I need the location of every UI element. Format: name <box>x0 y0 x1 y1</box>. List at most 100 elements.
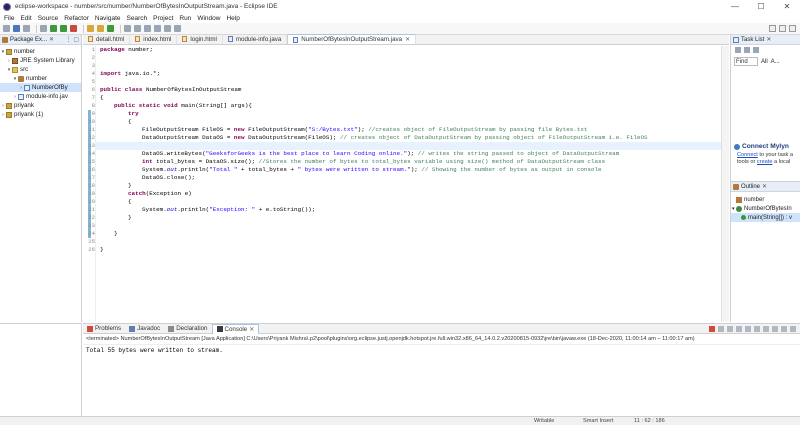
minimize-icon[interactable]: — <box>722 0 748 13</box>
menu-source[interactable]: Source <box>38 15 59 22</box>
tree-item-priyank[interactable]: › priyank <box>0 101 81 110</box>
new-class-icon[interactable] <box>107 25 114 32</box>
open-type-icon[interactable] <box>124 25 131 32</box>
package-explorer-tab[interactable]: Package Ex... ✕ ⋮ ▢ <box>0 35 81 45</box>
save-icon[interactable] <box>13 25 20 32</box>
view-menu-icon[interactable] <box>753 47 759 53</box>
view-menu-icon[interactable]: ⋮ ▢ <box>66 36 79 43</box>
tab-declaration[interactable]: Declaration <box>164 324 211 334</box>
task-list-tab[interactable]: Task List ✕ <box>731 35 800 45</box>
outline-tree: number ▾ NumberOfBytesIn main(String[]) … <box>731 192 800 222</box>
tab-login-html[interactable]: login.html <box>177 34 223 44</box>
tab-module-info[interactable]: module-info.java <box>223 34 288 44</box>
outline-item-class[interactable]: ▾ NumberOfBytesIn <box>731 204 800 213</box>
line-number: 5 <box>91 78 95 85</box>
display-console-icon[interactable] <box>763 325 769 332</box>
menu-project[interactable]: Project <box>153 15 173 22</box>
open-perspective-icon[interactable] <box>769 25 776 32</box>
pin-console-icon[interactable] <box>754 325 760 332</box>
code-line-8: try <box>128 110 139 117</box>
external-tools-icon[interactable] <box>70 25 77 32</box>
tree-item-src[interactable]: ▾ src <box>0 65 81 74</box>
close-icon[interactable]: ✕ <box>49 36 54 43</box>
close-icon[interactable]: ✕ <box>774 0 800 13</box>
menu-refactor[interactable]: Refactor <box>64 15 89 22</box>
skip-breakpoints-icon[interactable] <box>40 25 47 32</box>
close-icon[interactable]: ✕ <box>766 36 771 43</box>
java-perspective-icon[interactable] <box>779 25 786 32</box>
tab-console[interactable]: Console ✕ <box>211 323 260 334</box>
editor-tabs: detail.html index.html login.html module… <box>83 34 729 45</box>
debug-perspective-icon[interactable] <box>789 25 796 32</box>
maximize-icon[interactable]: ☐ <box>748 0 774 13</box>
java-file-icon <box>24 84 30 91</box>
previous-annotation-icon[interactable] <box>154 25 161 32</box>
tree-item-number-project[interactable]: ▾ number <box>0 47 81 56</box>
tree-item-module-info[interactable]: › module-info.jav <box>0 92 81 101</box>
menu-search[interactable]: Search <box>127 15 148 22</box>
scroll-lock-icon[interactable] <box>736 325 742 332</box>
menu-help[interactable]: Help <box>226 15 239 22</box>
menu-edit[interactable]: Edit <box>20 15 31 22</box>
console-output[interactable]: Total 55 bytes were written to stream. <box>83 345 800 356</box>
minimize-icon[interactable] <box>781 325 787 332</box>
line-number: 22 <box>88 214 95 221</box>
new-java-project-icon[interactable] <box>87 25 94 32</box>
outline-item-package[interactable]: number <box>731 195 800 204</box>
next-annotation-icon[interactable] <box>144 25 151 32</box>
debug-icon[interactable] <box>50 25 57 32</box>
forward-icon[interactable] <box>174 25 181 32</box>
outline-tab[interactable]: Outline ✕ <box>731 182 800 192</box>
outline-item-main-method[interactable]: main(String[]) : v <box>731 213 800 222</box>
right-panels: Task List ✕ Find All A... Connect Mylyn … <box>730 35 800 322</box>
close-icon[interactable]: ✕ <box>249 326 254 333</box>
close-icon[interactable]: ✕ <box>762 183 767 190</box>
editor-body[interactable]: 1 2 3 4 5 6 7 8 9 10 11 12 13 14 15 16 17 18 19 20 21 22 23 24 2… <box>83 46 729 322</box>
run-icon[interactable] <box>60 25 67 32</box>
clear-console-icon[interactable] <box>727 325 733 332</box>
new-package-icon[interactable] <box>97 25 104 32</box>
line-number: 9 <box>91 110 95 117</box>
back-icon[interactable] <box>164 25 171 32</box>
task-activate[interactable]: A... <box>771 59 780 65</box>
mylyn-description: Connect to your task a tools or create a… <box>731 152 800 166</box>
tree-item-number-package[interactable]: ▾ number <box>0 74 81 83</box>
task-filter-icon[interactable] <box>744 47 750 53</box>
line-number: 25 <box>88 238 95 245</box>
console-icon <box>216 326 223 332</box>
remove-launch-icon[interactable] <box>718 325 724 332</box>
terminate-icon[interactable] <box>709 325 715 332</box>
open-console-icon[interactable] <box>772 325 778 332</box>
new-task-icon[interactable] <box>735 47 741 53</box>
tree-item-priyank-1[interactable]: › priyank (1) <box>0 110 81 119</box>
task-list-tab-label: Task List <box>741 36 765 43</box>
editor-vertical-scrollbar[interactable] <box>721 46 729 322</box>
save-all-icon[interactable] <box>23 25 30 32</box>
code-area[interactable]: package number; import java.io.*; public… <box>100 46 719 322</box>
create-link[interactable]: create <box>757 159 773 165</box>
code-line-16: DataOS.close(); <box>142 174 196 181</box>
menu-run[interactable]: Run <box>179 15 191 22</box>
task-filter-all[interactable]: All <box>761 59 768 65</box>
tab-index-html[interactable]: index.html <box>130 34 178 44</box>
tree-item-jre-library[interactable]: › JRE System Library <box>0 56 81 65</box>
task-find-input[interactable]: Find <box>734 57 758 66</box>
tab-problems[interactable]: Problems <box>83 324 125 334</box>
word-wrap-icon[interactable] <box>745 325 751 332</box>
tab-numberofbytes[interactable]: NumberOfBytesInOutputStream.java ✕ <box>287 34 417 44</box>
close-icon[interactable]: ✕ <box>405 36 410 43</box>
search-icon[interactable] <box>134 25 141 32</box>
package-explorer-tab-label: Package Ex... <box>10 36 48 43</box>
tab-javadoc[interactable]: Javadoc <box>125 324 164 334</box>
menu-navigate[interactable]: Navigate <box>95 15 121 22</box>
package-explorer-icon <box>2 36 8 43</box>
java-file-icon <box>293 36 299 43</box>
menu-window[interactable]: Window <box>197 15 220 22</box>
tree-item-java-file[interactable]: › NumberOfBy <box>0 83 81 92</box>
connect-link[interactable]: Connect <box>737 152 758 158</box>
menu-file[interactable]: File <box>4 15 14 22</box>
tab-detail-html[interactable]: detail.html <box>83 34 131 44</box>
code-line-3: import java.io.*; <box>100 70 161 77</box>
new-icon[interactable] <box>3 25 10 32</box>
maximize-icon[interactable] <box>790 325 796 332</box>
